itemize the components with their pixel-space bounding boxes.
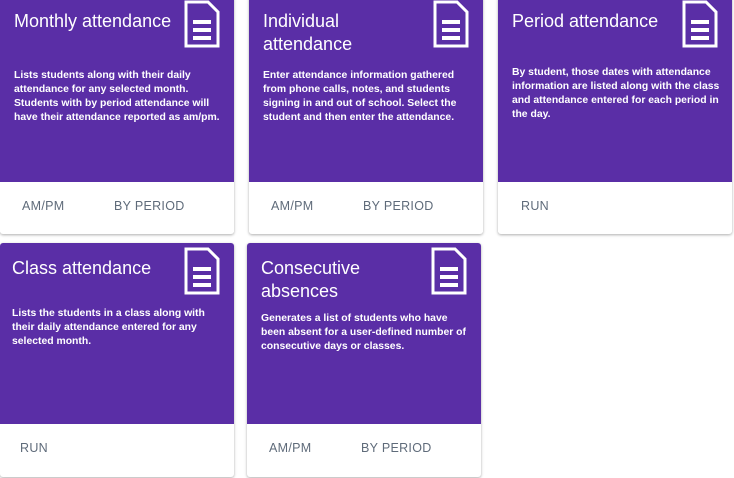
card-header: Consecutive absences Generates a list of… [247, 243, 481, 424]
am-pm-button[interactable]: AM/PM [269, 441, 311, 455]
document-icon [433, 0, 469, 48]
card-title: Period attendance [512, 11, 659, 31]
card-description: Generates a list of students who have be… [261, 313, 466, 352]
card-title: Class attendance [12, 258, 152, 278]
run-button[interactable]: RUN [20, 441, 48, 455]
card-individual-attendance: Individual attendance Enter attendance i… [249, 0, 483, 234]
card-period-attendance: Period attendance By student, those date… [498, 0, 732, 234]
card-title: Individual attendance [263, 11, 353, 54]
am-pm-button[interactable]: AM/PM [22, 199, 64, 213]
by-period-button[interactable]: BY PERIOD [114, 199, 185, 213]
card-actions: AM/PM BY PERIOD [247, 424, 481, 474]
card-description: Enter attendance information gathered fr… [263, 70, 457, 123]
document-icon [682, 0, 718, 48]
card-consecutive-absences: Consecutive absences Generates a list of… [247, 243, 481, 477]
card-actions: AM/PM BY PERIOD [249, 182, 483, 232]
run-button[interactable]: RUN [521, 199, 549, 213]
card-class-attendance: Class attendance Lists the students in a… [0, 243, 234, 477]
card-header: Class attendance Lists the students in a… [0, 243, 234, 424]
by-period-button[interactable]: BY PERIOD [363, 199, 434, 213]
document-icon [184, 0, 220, 48]
am-pm-button[interactable]: AM/PM [271, 199, 313, 213]
card-description: By student, those dates with attendance … [512, 67, 720, 120]
card-monthly-attendance: Monthly attendance Lists students along … [0, 0, 234, 234]
card-description: Lists students along with their daily at… [14, 70, 220, 123]
card-description: Lists the students in a class along with… [12, 308, 205, 347]
card-title: Consecutive absences [261, 258, 361, 301]
card-actions: AM/PM BY PERIOD [0, 182, 234, 232]
card-title: Monthly attendance [14, 11, 172, 31]
card-actions: RUN [498, 182, 732, 232]
card-actions: RUN [0, 424, 234, 474]
card-header: Individual attendance Enter attendance i… [249, 0, 483, 182]
card-header: Monthly attendance Lists students along … [0, 0, 234, 182]
by-period-button[interactable]: BY PERIOD [361, 441, 432, 455]
document-icon [184, 247, 220, 295]
card-header: Period attendance By student, those date… [498, 0, 732, 182]
document-icon [431, 247, 467, 295]
